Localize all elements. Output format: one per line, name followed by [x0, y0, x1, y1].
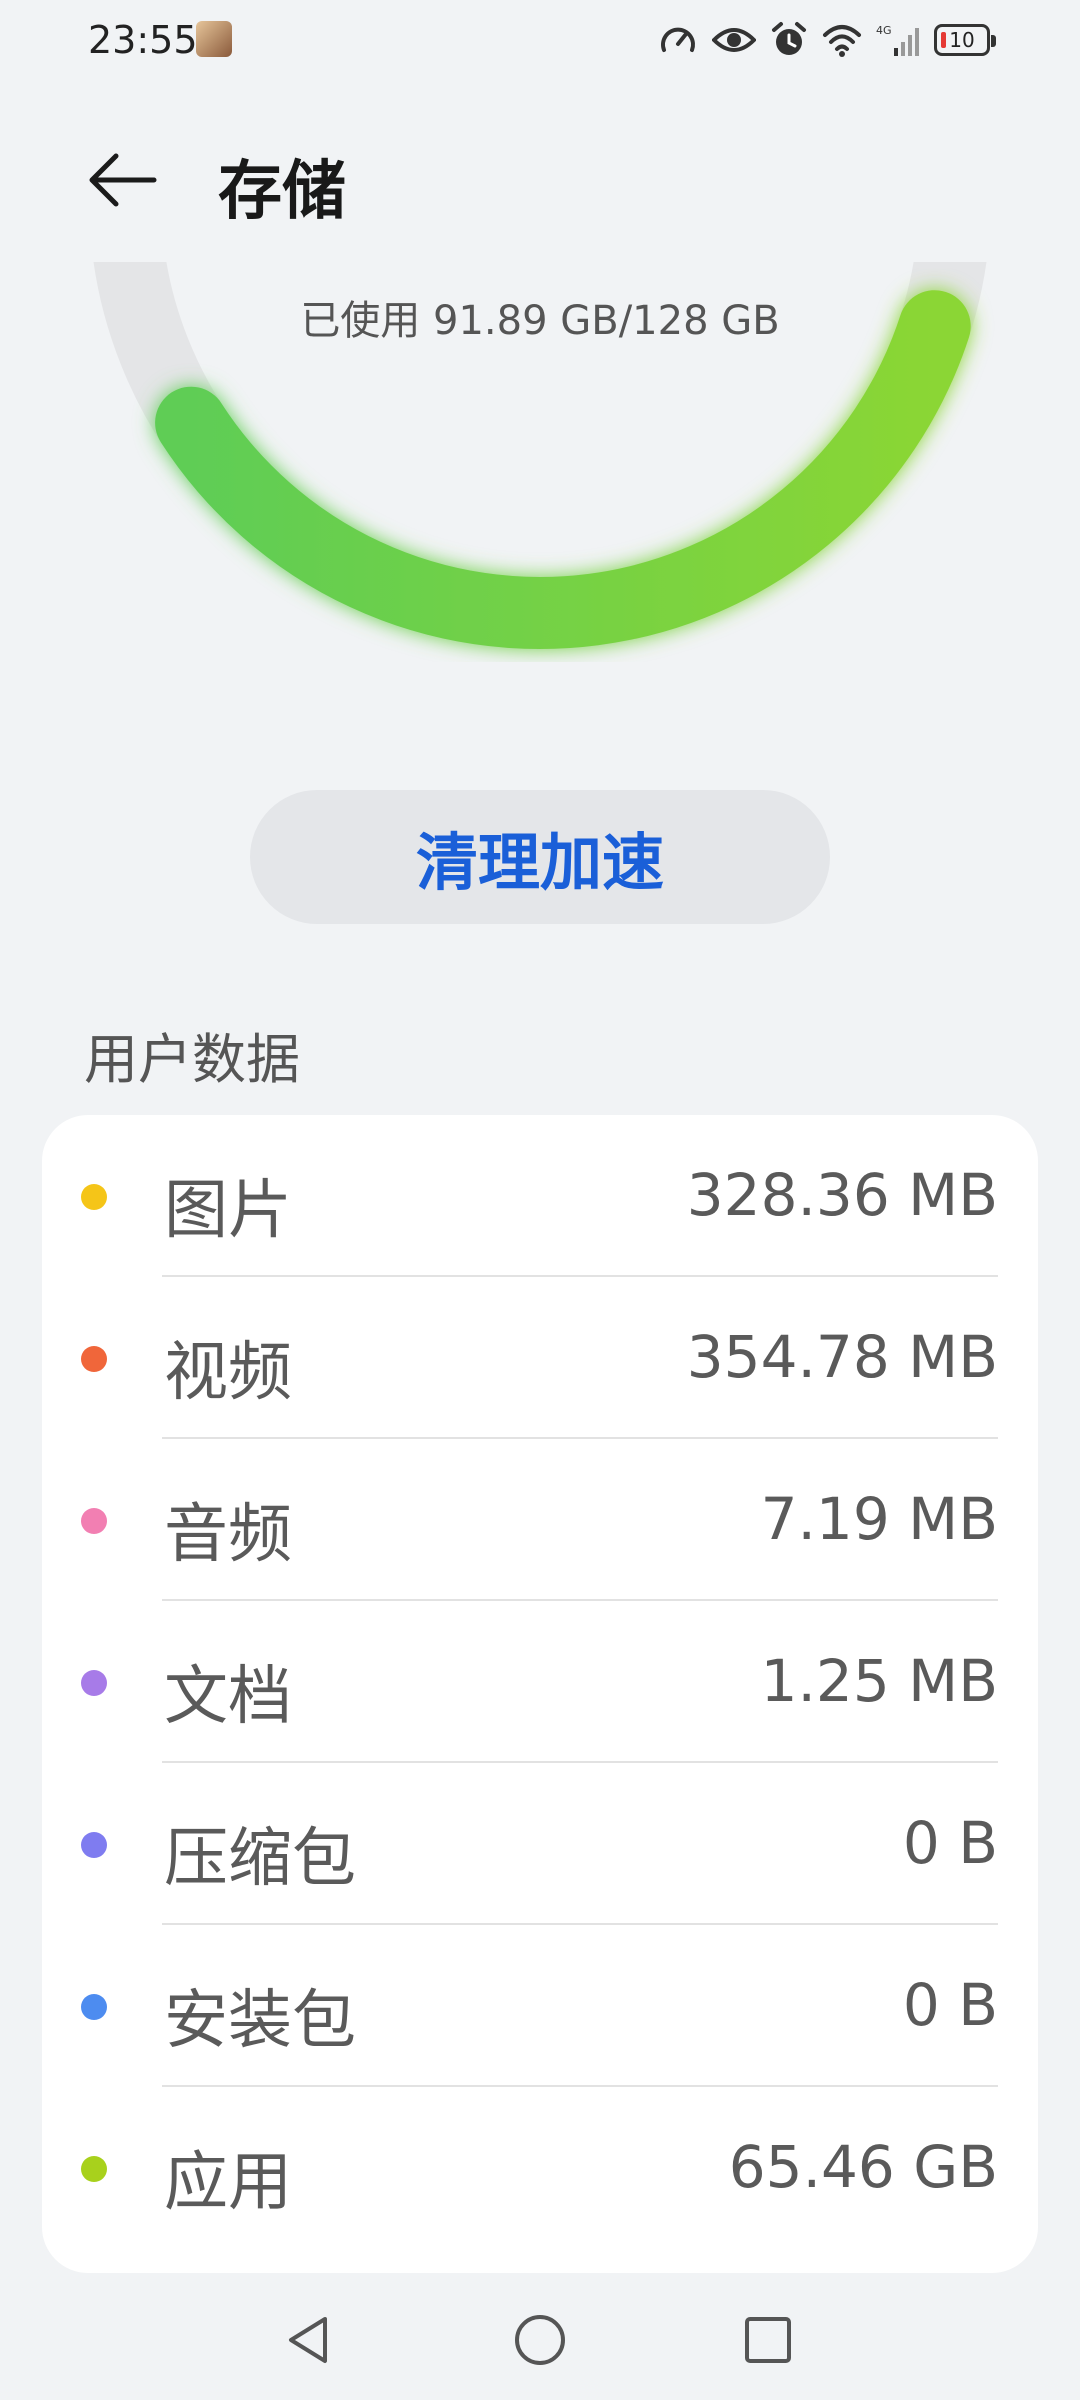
- list-item-videos[interactable]: 视频 354.78 MB: [42, 1277, 1038, 1439]
- row-label: 压缩包: [164, 1822, 356, 1896]
- page-title: 存储: [218, 155, 346, 229]
- audio-dot-icon: [81, 1508, 107, 1534]
- row-label: 文档: [164, 1660, 292, 1734]
- row-label: 应用: [164, 2146, 292, 2220]
- list-item-apps[interactable]: 应用 65.46 GB: [42, 2087, 1038, 2249]
- eye-icon: [712, 28, 756, 52]
- documents-dot-icon: [81, 1670, 107, 1696]
- videos-dot-icon: [81, 1346, 107, 1372]
- back-button[interactable]: [72, 130, 172, 230]
- row-value: 7.19 MB: [760, 1485, 998, 1553]
- nav-recents-button[interactable]: [728, 2300, 808, 2380]
- app-bar: 存储: [0, 110, 1080, 240]
- list-item-archives[interactable]: 压缩包 0 B: [42, 1763, 1038, 1925]
- navigation-bar: [0, 2290, 1080, 2390]
- row-label: 安装包: [164, 1984, 356, 2058]
- list-item-images[interactable]: 图片 328.36 MB: [42, 1115, 1038, 1277]
- battery-icon: 10: [934, 24, 996, 56]
- arrow-left-icon: [89, 153, 157, 207]
- row-value: 65.46 GB: [728, 2133, 998, 2201]
- images-dot-icon: [81, 1184, 107, 1210]
- cellular-4g-icon: 4G: [876, 24, 919, 56]
- status-icons: 4G 10: [658, 18, 996, 62]
- storage-gauge: 已使用 91.89 GB/128 GB: [0, 0, 1080, 662]
- wifi-icon: [823, 25, 861, 57]
- speedometer-icon: [661, 27, 695, 52]
- recents-square-icon: [745, 2317, 791, 2363]
- status-time: 23:55: [88, 18, 198, 62]
- nav-home-button[interactable]: [500, 2300, 580, 2380]
- clean-accelerate-button[interactable]: 清理加速: [250, 790, 830, 924]
- battery-level: 10: [949, 28, 975, 52]
- row-label: 视频: [164, 1336, 292, 1410]
- row-value: 0 B: [902, 1971, 998, 2039]
- notification-avatar-icon: [196, 21, 232, 57]
- storage-used-text: 已使用 91.89 GB/128 GB: [300, 298, 780, 344]
- alarm-icon: [772, 22, 806, 55]
- archives-dot-icon: [81, 1832, 107, 1858]
- row-value: 354.78 MB: [686, 1323, 998, 1391]
- packages-dot-icon: [81, 1994, 107, 2020]
- gauge-used-arc: [155, 290, 971, 649]
- back-triangle-icon: [289, 2317, 327, 2363]
- nav-back-button[interactable]: [268, 2300, 348, 2380]
- list-item-documents[interactable]: 文档 1.25 MB: [42, 1601, 1038, 1763]
- list-item-packages[interactable]: 安装包 0 B: [42, 1925, 1038, 2087]
- status-bar: 23:55 4G 10: [0, 0, 1080, 80]
- list-item-audio[interactable]: 音频 7.19 MB: [42, 1439, 1038, 1601]
- row-label: 图片: [164, 1174, 292, 1248]
- apps-dot-icon: [81, 2156, 107, 2182]
- row-value: 328.36 MB: [686, 1161, 998, 1229]
- row-value: 0 B: [902, 1809, 998, 1877]
- user-data-list: 图片 328.36 MB 视频 354.78 MB 音频 7.19 MB 文档 …: [42, 1115, 1038, 2273]
- user-data-section-title: 用户数据: [84, 1028, 300, 1091]
- row-label: 音频: [164, 1498, 292, 1572]
- svg-text:4G: 4G: [876, 24, 892, 37]
- home-circle-icon: [515, 2315, 565, 2365]
- row-value: 1.25 MB: [760, 1647, 998, 1715]
